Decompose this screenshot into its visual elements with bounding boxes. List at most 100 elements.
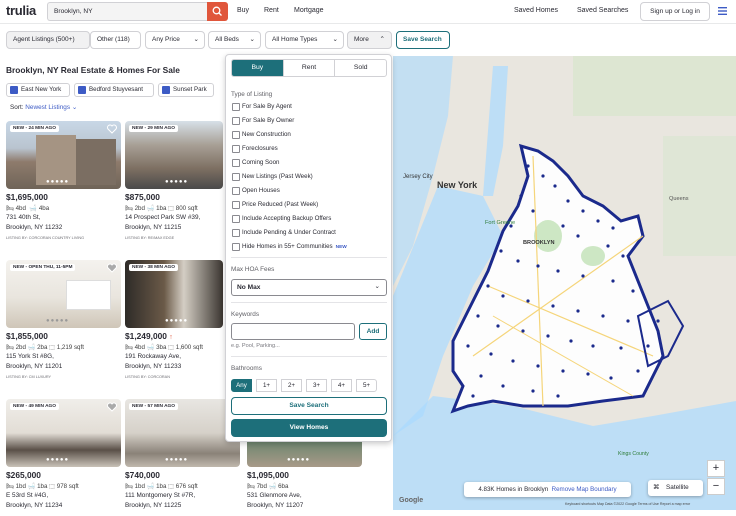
hoa-select[interactable]: No Max ⌄ — [231, 279, 387, 296]
listing-photo[interactable]: NEW - 38 MIN AGO ●●●●● — [125, 260, 223, 328]
checkbox[interactable] — [232, 187, 240, 195]
listing-photo[interactable]: NEW - 29 MIN AGO ●●●●● — [125, 121, 223, 189]
checkbox[interactable] — [232, 159, 240, 167]
map-label: Kings County — [618, 451, 649, 457]
checkbox[interactable] — [232, 103, 240, 111]
option-label[interactable]: For Sale By Owner — [242, 117, 294, 124]
tab-sold[interactable]: Sold — [335, 60, 386, 76]
trulia-logo[interactable]: trulia — [6, 3, 36, 18]
map-label: New York — [437, 180, 478, 190]
listing-beds: 1bd — [15, 483, 26, 490]
listing-photo[interactable]: NEW - 49 MIN AGO ●●●●● — [6, 399, 121, 467]
saved-searches-link[interactable]: Saved Searches — [577, 7, 628, 14]
listing-address-line1[interactable]: 111 Montgomery St #7R, — [125, 492, 195, 499]
option-label[interactable]: Include Accepting Backup Offers — [242, 215, 331, 222]
option-label[interactable]: Price Reduced (Past Week) — [242, 201, 318, 208]
option-label[interactable]: Hide Homes in 55+ Communities NEW — [242, 243, 347, 250]
listing-address-line1[interactable]: 115 York St #8G, — [6, 353, 54, 360]
option-text: Hide Homes in 55+ Communities — [242, 243, 333, 250]
nav-buy[interactable]: Buy — [237, 7, 249, 14]
checkbox[interactable] — [232, 201, 240, 209]
map-attribution[interactable]: Keyboard shortcuts Map Data ©2022 Google… — [565, 502, 690, 506]
listing-photo[interactable]: NEW - OPEN THU, 11-5PM ●●●●● — [6, 260, 121, 328]
location-search-input[interactable]: Brooklyn, NY — [47, 2, 207, 21]
more-filter[interactable]: More ⌃ — [347, 31, 392, 49]
home-types-filter[interactable]: All Home Types ⌄ — [265, 31, 344, 49]
view-homes-button[interactable]: View Homes — [231, 419, 387, 437]
remove-boundary-link[interactable]: Remove Map Boundary — [552, 486, 617, 493]
listing-sqft: 1,600 sqft — [175, 344, 203, 351]
heart-icon[interactable] — [107, 402, 117, 412]
sort-control[interactable]: Sort: Newest Listings ⌄ — [10, 103, 77, 111]
listing-address-line1[interactable]: 191 Rockaway Ave, — [125, 353, 181, 360]
keywords-input[interactable] — [231, 323, 355, 340]
listing-specs: 🛏 2bd 🛁 2ba ⬚ 1,219 sqft — [6, 343, 84, 351]
checkbox[interactable] — [232, 243, 240, 251]
nav-mortgage[interactable]: Mortgage — [294, 7, 324, 14]
bath-icon: 🛁 — [146, 483, 155, 490]
chevron-up-icon: ⌃ — [379, 36, 385, 43]
house-facade — [76, 139, 116, 185]
listing-address-line1[interactable]: 14 Prospect Park SW #39, — [125, 214, 200, 221]
option-label[interactable]: For Sale By Agent — [242, 103, 292, 110]
page-title: Brooklyn, NY Real Estate & Homes For Sal… — [6, 65, 180, 75]
option-label[interactable]: New Construction — [242, 131, 291, 138]
tab-rent[interactable]: Rent — [284, 60, 336, 76]
checkbox[interactable] — [232, 215, 240, 223]
type-of-listing-title: Type of Listing — [231, 91, 273, 98]
option-label[interactable]: Open Houses — [242, 187, 280, 194]
checkbox[interactable] — [232, 131, 240, 139]
listing-photo[interactable]: NEW - 57 MIN AGO ●●●●● — [125, 399, 240, 467]
map-label: BROOKLYN — [523, 240, 555, 246]
sign-in-button[interactable]: Sign up or Log in — [640, 2, 710, 21]
checkbox[interactable] — [232, 145, 240, 153]
saved-homes-link[interactable]: Saved Homes — [514, 7, 558, 14]
nav-rent[interactable]: Rent — [264, 7, 279, 14]
bath-option-3[interactable]: 3+ — [306, 379, 327, 392]
price-filter[interactable]: Any Price ⌄ — [145, 31, 205, 49]
checkbox[interactable] — [232, 229, 240, 237]
neighborhood-chip[interactable]: East New York — [6, 83, 70, 97]
checkbox[interactable] — [232, 117, 240, 125]
bath-option-5[interactable]: 5+ — [356, 379, 377, 392]
save-search-button[interactable]: Save Search — [396, 31, 450, 49]
listing-address-line1[interactable]: 731 40th St, — [6, 214, 40, 221]
bath-option-4[interactable]: 4+ — [331, 379, 352, 392]
option-label[interactable]: Foreclosures — [242, 145, 278, 152]
option-label[interactable]: Include Pending & Under Contract — [242, 229, 336, 236]
tab-buy[interactable]: Buy — [232, 60, 284, 76]
heart-icon[interactable] — [107, 124, 117, 134]
neighborhood-chip[interactable]: Sunset Park — [158, 83, 214, 97]
checkbox[interactable] — [232, 173, 240, 181]
map-canvas[interactable] — [393, 56, 736, 510]
listing-address-line2: Brooklyn, NY 11234 — [6, 502, 63, 509]
beds-filter[interactable]: All Beds ⌄ — [208, 31, 261, 49]
other-listings-tab[interactable]: Other (118) — [90, 31, 141, 49]
heart-icon[interactable] — [107, 263, 117, 273]
bath-icon: 🛁 — [27, 344, 36, 351]
zoom-out-button[interactable]: − — [707, 478, 725, 495]
listing-address-line2: Brooklyn, NY 11207 — [247, 502, 304, 509]
listing-address-line1[interactable]: 531 Glenmore Ave, — [247, 492, 302, 499]
neighborhood-chip[interactable]: Bedford Stuyvesant — [74, 83, 154, 97]
zoom-in-button[interactable]: + — [707, 460, 725, 477]
listing-price: $1,095,000 — [247, 470, 289, 480]
listing-mode-toggle[interactable]: Buy Rent Sold — [231, 59, 387, 77]
satellite-toggle[interactable]: ⌘ Satellite — [648, 480, 703, 496]
panel-save-search-button[interactable]: Save Search — [231, 397, 387, 415]
bath-option-2[interactable]: 2+ — [281, 379, 302, 392]
listing-badge: NEW - 29 MIN AGO — [129, 125, 178, 132]
bath-option-1[interactable]: 1+ — [256, 379, 277, 392]
option-label[interactable]: Coming Soon — [242, 159, 280, 166]
sqft-icon: ⬚ — [49, 344, 56, 351]
search-button[interactable] — [207, 2, 228, 21]
listing-address-line1[interactable]: E 53rd St #4G, — [6, 492, 48, 499]
option-label[interactable]: New Listings (Past Week) — [242, 173, 313, 180]
menu-icon[interactable] — [718, 7, 727, 15]
listing-photo[interactable]: NEW - 24 MIN AGO ●●●●● — [6, 121, 121, 189]
bath-option-any[interactable]: Any — [231, 379, 252, 392]
agent-listings-tab[interactable]: Agent Listings (500+) — [6, 31, 90, 49]
map-view[interactable]: Jersey City New York Fort Greene BROOKLY… — [393, 56, 736, 510]
listing-baths: 2ba — [37, 344, 48, 351]
add-keyword-button[interactable]: Add — [359, 323, 387, 340]
